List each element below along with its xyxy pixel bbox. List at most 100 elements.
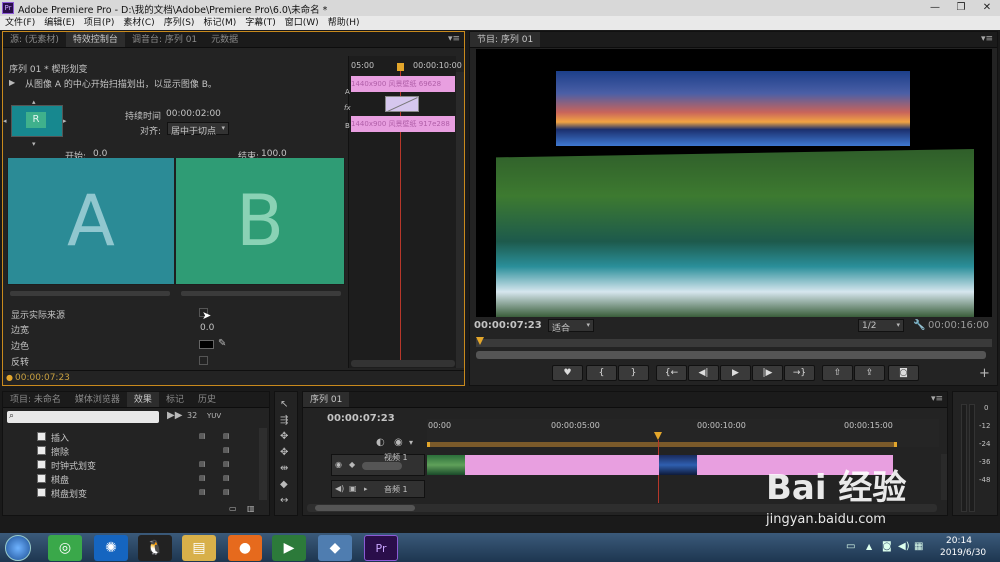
qq-icon[interactable]: 🐧 [138,535,172,561]
speaker-icon[interactable]: ◀) [335,483,344,495]
media-app-icon[interactable]: ▶ [272,535,306,561]
mini-playhead-handle[interactable] [397,63,404,71]
arrow-right-icon[interactable]: ▸ [63,115,67,127]
expand-icon[interactable]: ▸ [364,483,368,495]
minimize-icon[interactable]: — [922,0,948,16]
program-timecode[interactable]: 00:00:07:23 [474,320,542,331]
network-icon[interactable]: ▦ [914,541,923,553]
rolling-edit-tool-icon[interactable]: ✥ [280,447,288,459]
tab-metadata[interactable]: 元数据 [204,32,245,47]
tab-markers[interactable]: 标记 [159,392,191,407]
border-color-swatch[interactable] [199,340,214,349]
add-marker-icon[interactable]: ▾ [409,437,413,449]
arrow-down-icon[interactable]: ▾ [32,138,36,150]
program-panel-menu-icon[interactable]: ▾≡ [981,34,993,44]
premiere-taskbar-icon[interactable]: Pr [364,535,398,561]
start-slider[interactable] [10,291,170,296]
ripple-edit-tool-icon[interactable]: ✥ [280,431,288,443]
program-zoom-bar[interactable] [476,351,986,359]
go-to-out-button[interactable]: →} [784,365,815,381]
go-to-in-button[interactable]: {← [656,365,687,381]
eye-icon[interactable]: ◉ [335,459,342,471]
eyedropper-icon[interactable]: ✎ [218,338,226,350]
duration-value[interactable]: 00:00:02:00 [166,109,221,119]
menu-sequence[interactable]: 序列(S) [159,16,199,30]
mark-out-button[interactable]: } [618,365,649,381]
timeline-panel-menu-icon[interactable]: ▾≡ [931,394,943,404]
timeline-timecode[interactable]: 00:00:07:23 [327,413,395,424]
fit-dropdown[interactable]: 适合 ▾ [548,319,594,334]
volume-icon[interactable]: ◀) [898,541,910,553]
tab-effect-controls[interactable]: 特效控制台 [65,32,125,47]
effect-controls-scrollbar[interactable] [456,72,464,368]
step-back-button[interactable]: ◀| [688,365,719,381]
start-button-icon[interactable] [5,535,31,561]
marker-button[interactable]: ♥ [552,365,583,381]
play-button[interactable]: ▶ [720,365,751,381]
list-item[interactable]: 棋盘 ▤ ▤ [37,472,269,486]
menu-clip[interactable]: 素材(C) [118,16,158,30]
list-item[interactable]: 棋盘划变 ▤ ▤ [37,486,269,500]
play-transition-icon[interactable]: ▶ [9,77,15,89]
tab-sequence[interactable]: 序列 01 [303,392,350,407]
transition-thumbnail[interactable]: R [11,105,63,137]
tray-icon-2[interactable]: ◙ [882,541,892,553]
mini-scrollbar[interactable] [351,360,455,367]
new-bin-icon[interactable]: ▭ [229,503,237,515]
program-video-frame[interactable] [476,49,992,317]
mark-in-button[interactable]: { [586,365,617,381]
add-button-icon[interactable]: + [979,367,990,380]
list-item[interactable]: 擦除 ▤ [37,444,269,458]
show-hidden-icons[interactable]: ▲ [866,541,872,553]
video-track-header[interactable]: ◉ ◆ 视频 1 [331,453,425,476]
delete-icon[interactable]: ▥ [247,503,255,515]
panel-menu-icon[interactable]: ▾≡ [448,34,460,44]
mini-clip-a[interactable]: 1440x900 风景壁纸 69628 [351,76,455,92]
menu-window[interactable]: 窗口(W) [280,16,323,30]
tab-audio-mixer[interactable]: 调音台: 序列 01 [125,32,204,47]
tab-effects[interactable]: 效果 [126,392,159,407]
menu-marker[interactable]: 标记(M) [198,16,240,30]
export-frame-button[interactable]: ◙ [888,365,919,381]
timeline-zoom-thumb[interactable] [315,505,415,511]
timeline-playhead[interactable] [654,432,662,440]
clock-time[interactable]: 20:14 [946,536,972,546]
arrow-up-icon[interactable]: ▴ [32,96,36,108]
rate-stretch-tool-icon[interactable]: ⇹ [280,463,288,475]
firefox-icon[interactable]: ● [228,535,262,561]
menu-project[interactable]: 项目(P) [79,16,118,30]
menu-title[interactable]: 字幕(T) [240,16,280,30]
effect-controls-timecode[interactable]: 00:00:07:23 [15,373,70,383]
snap-icon[interactable]: ◐ [376,437,385,449]
tab-project[interactable]: 项目: 未命名 [3,392,68,407]
32bit-effects-icon[interactable]: 32 [187,410,197,422]
menu-help[interactable]: 帮助(H) [323,16,364,30]
program-time-ruler[interactable] [476,337,992,347]
taskbar-app-icon-1[interactable]: ◎ [48,535,82,561]
file-explorer-icon[interactable]: ▤ [182,535,216,561]
maximize-icon[interactable]: ❐ [948,0,974,16]
end-slider[interactable] [181,291,341,296]
tab-media-browser[interactable]: 媒体浏览器 [68,392,127,407]
taskbar-app-icon-3[interactable]: ◆ [318,535,352,561]
slip-tool-icon[interactable]: ↔ [280,495,288,507]
effects-scrollbar[interactable] [259,428,267,500]
tab-source[interactable]: 源: (无素材) [3,32,66,47]
taskbar-app-icon-2[interactable]: ✺ [94,535,128,561]
arrow-left-icon[interactable]: ◂ [3,115,7,127]
selection-tool-icon[interactable]: ↖ [280,399,288,411]
razor-tool-icon[interactable]: ◆ [280,479,288,491]
lift-button[interactable]: ⇧ [822,365,853,381]
audio-track-header[interactable]: ◀) ▣ ▸ 音频 1 [331,480,425,498]
menu-file[interactable]: 文件(F) [0,16,39,30]
program-playhead[interactable] [476,337,484,345]
yuv-effects-icon[interactable]: YUV [207,410,221,422]
lock-icon[interactable]: ◆ [349,459,355,471]
menu-edit[interactable]: 编辑(E) [39,16,79,30]
track-select-tool-icon[interactable]: ⇶ [280,415,288,427]
accelerated-effects-icon[interactable]: ▶▶ [167,410,182,422]
linked-selection-icon[interactable]: ◉ [394,437,403,449]
close-icon[interactable]: ✕ [974,0,1000,16]
wrench-icon[interactable]: 🔧 [913,320,925,332]
resolution-dropdown[interactable]: 1/2 ▾ [858,319,904,332]
